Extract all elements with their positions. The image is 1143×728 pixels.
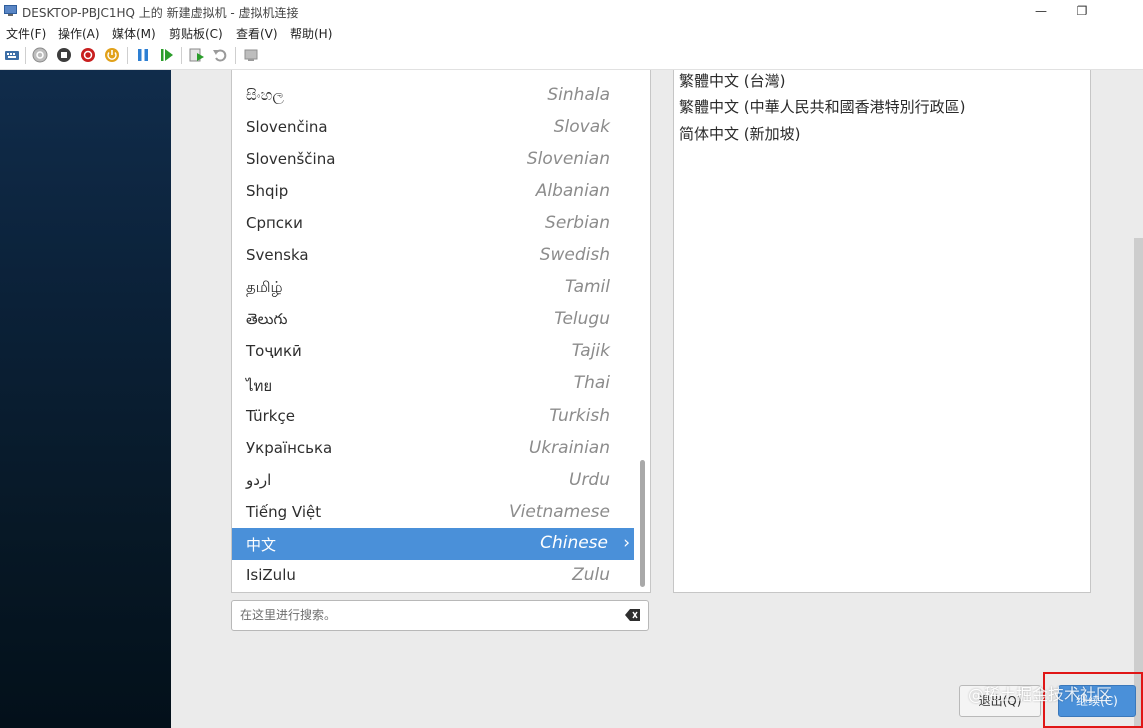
language-native-name: Türkçe xyxy=(246,407,295,425)
language-native-name: Slovenščina xyxy=(246,150,336,168)
revert-icon[interactable] xyxy=(212,47,228,63)
language-item[interactable]: Українська Ukrainian xyxy=(232,433,634,465)
language-native-name: 中文 xyxy=(246,536,277,554)
language-item[interactable]: Српски Serbian xyxy=(232,208,634,240)
language-english-name: Thai xyxy=(573,373,610,393)
language-english-name: Slovak xyxy=(553,117,610,137)
menu-file[interactable]: 文件(F) xyxy=(6,25,46,42)
language-item[interactable]: தமிழ் Tamil xyxy=(232,272,634,304)
language-item[interactable]: Slovenščina Slovenian xyxy=(232,144,634,176)
menu-bar: 文件(F) 操作(A) 媒体(M) 剪贴板(C) 查看(V) 帮助(H) xyxy=(0,24,1143,42)
language-native-name: తెలుగు xyxy=(246,310,288,328)
resume-icon[interactable] xyxy=(159,47,175,63)
language-english-name: Albanian xyxy=(535,181,610,201)
language-english-name: Tajik xyxy=(571,341,610,361)
language-english-name: Zulu xyxy=(572,565,610,585)
search-input[interactable] xyxy=(240,606,610,624)
language-english-name: Swedish xyxy=(539,245,610,265)
menu-help[interactable]: 帮助(H) xyxy=(290,25,332,42)
language-native-name: Српски xyxy=(246,214,303,232)
language-english-name: Serbian xyxy=(545,213,610,233)
restore-button[interactable]: ❐ xyxy=(1060,0,1104,22)
language-english-name: Slovenian xyxy=(526,149,610,169)
language-item[interactable]: ไทย Thai xyxy=(232,368,634,400)
installer-side-panel xyxy=(0,70,171,728)
title-bar: DESKTOP-PBJC1HQ 上的 新建虚拟机 - 虚拟机连接 — ❐ xyxy=(0,0,1143,24)
toolbar xyxy=(0,42,1143,70)
vm-connection-icon xyxy=(4,5,17,16)
language-list-scrollbar[interactable] xyxy=(635,70,649,592)
language-english-name: Tamil xyxy=(564,277,610,297)
scrollbar-thumb[interactable] xyxy=(640,460,645,587)
language-native-name: தமிழ் xyxy=(246,278,283,296)
locale-item[interactable]: 繁體中文 (台灣) xyxy=(679,70,785,91)
watermark: @稀土掘金技术社区 xyxy=(968,685,1113,704)
language-native-name: Українська xyxy=(246,439,333,457)
language-native-name: Shqip xyxy=(246,182,289,200)
turn-off-icon[interactable] xyxy=(56,47,72,63)
language-english-name: Ukrainian xyxy=(528,438,610,458)
language-item[interactable]: اردو Urdu xyxy=(232,465,634,497)
minimize-button[interactable]: — xyxy=(1019,0,1063,22)
language-item[interactable]: Türkçe Turkish xyxy=(232,401,634,433)
menu-action[interactable]: 操作(A) xyxy=(58,25,100,42)
language-native-name: Svenska xyxy=(246,246,309,264)
language-english-name: Turkish xyxy=(549,406,610,426)
language-english-name: Vietnamese xyxy=(508,502,610,522)
language-english-name: Urdu xyxy=(569,470,610,490)
language-list[interactable]: සිංහල Sinhala Slovenčina Slovak Slovenščina S… xyxy=(231,70,651,593)
language-item[interactable]: Тоҷикӣ Tajik xyxy=(232,336,634,368)
toolbar-separator xyxy=(25,47,26,64)
guest-display[interactable]: සිංහල Sinhala Slovenčina Slovak Slovenščina S… xyxy=(0,70,1143,728)
locale-list[interactable]: 繁體中文 (台灣) 繁體中文 (中華人民共和國香港特別行政區) 简体中文 (新加… xyxy=(673,70,1091,593)
language-item[interactable]: తెలుగు Telugu xyxy=(232,304,634,336)
shut-down-icon[interactable] xyxy=(80,47,96,63)
language-native-name: ไทย xyxy=(246,377,273,395)
ctrl-alt-del-icon[interactable] xyxy=(4,47,20,63)
language-item[interactable]: 中文 Chinese › xyxy=(232,528,634,560)
language-item[interactable]: සිංහල Sinhala xyxy=(232,80,634,112)
start-icon[interactable] xyxy=(32,47,48,63)
language-native-name: Tiếng Việt xyxy=(246,503,322,521)
language-english-name: Telugu xyxy=(554,309,610,329)
menu-clipboard[interactable]: 剪贴板(C) xyxy=(169,25,223,42)
language-native-name: Slovenčina xyxy=(246,118,328,136)
language-item[interactable]: Tiếng Việt Vietnamese xyxy=(232,497,634,529)
language-native-name: اردو xyxy=(246,471,272,489)
save-icon[interactable] xyxy=(104,47,120,63)
menu-view[interactable]: 查看(V) xyxy=(236,25,278,42)
language-native-name: Тоҷикӣ xyxy=(246,342,302,360)
language-item[interactable]: Svenska Swedish xyxy=(232,240,634,272)
language-item[interactable]: Slovenčina Slovak xyxy=(232,112,634,144)
enhanced-session-icon[interactable] xyxy=(243,47,259,63)
page-scrollbar[interactable] xyxy=(1134,238,1143,728)
language-search-box[interactable] xyxy=(231,600,649,631)
toolbar-separator xyxy=(127,47,128,64)
pause-icon[interactable] xyxy=(135,47,151,63)
toolbar-separator xyxy=(235,47,236,64)
locale-item[interactable]: 繁體中文 (中華人民共和國香港特別行政區) xyxy=(679,96,965,117)
language-english-name: Sinhala xyxy=(547,85,610,105)
window-title: DESKTOP-PBJC1HQ 上的 新建虚拟机 - 虚拟机连接 xyxy=(22,6,299,20)
checkpoint-icon[interactable] xyxy=(189,47,205,63)
language-item[interactable]: Shqip Albanian xyxy=(232,176,634,208)
clear-search-icon[interactable] xyxy=(625,609,641,621)
menu-media[interactable]: 媒体(M) xyxy=(112,25,156,42)
locale-item[interactable]: 简体中文 (新加坡) xyxy=(679,123,800,144)
toolbar-separator xyxy=(181,47,182,64)
language-item[interactable]: IsiZulu Zulu xyxy=(232,560,634,592)
chevron-right-icon: › xyxy=(623,533,630,553)
language-english-name: Chinese xyxy=(540,533,608,553)
language-native-name: IsiZulu xyxy=(246,566,296,584)
language-native-name: සිංහල xyxy=(246,86,284,104)
